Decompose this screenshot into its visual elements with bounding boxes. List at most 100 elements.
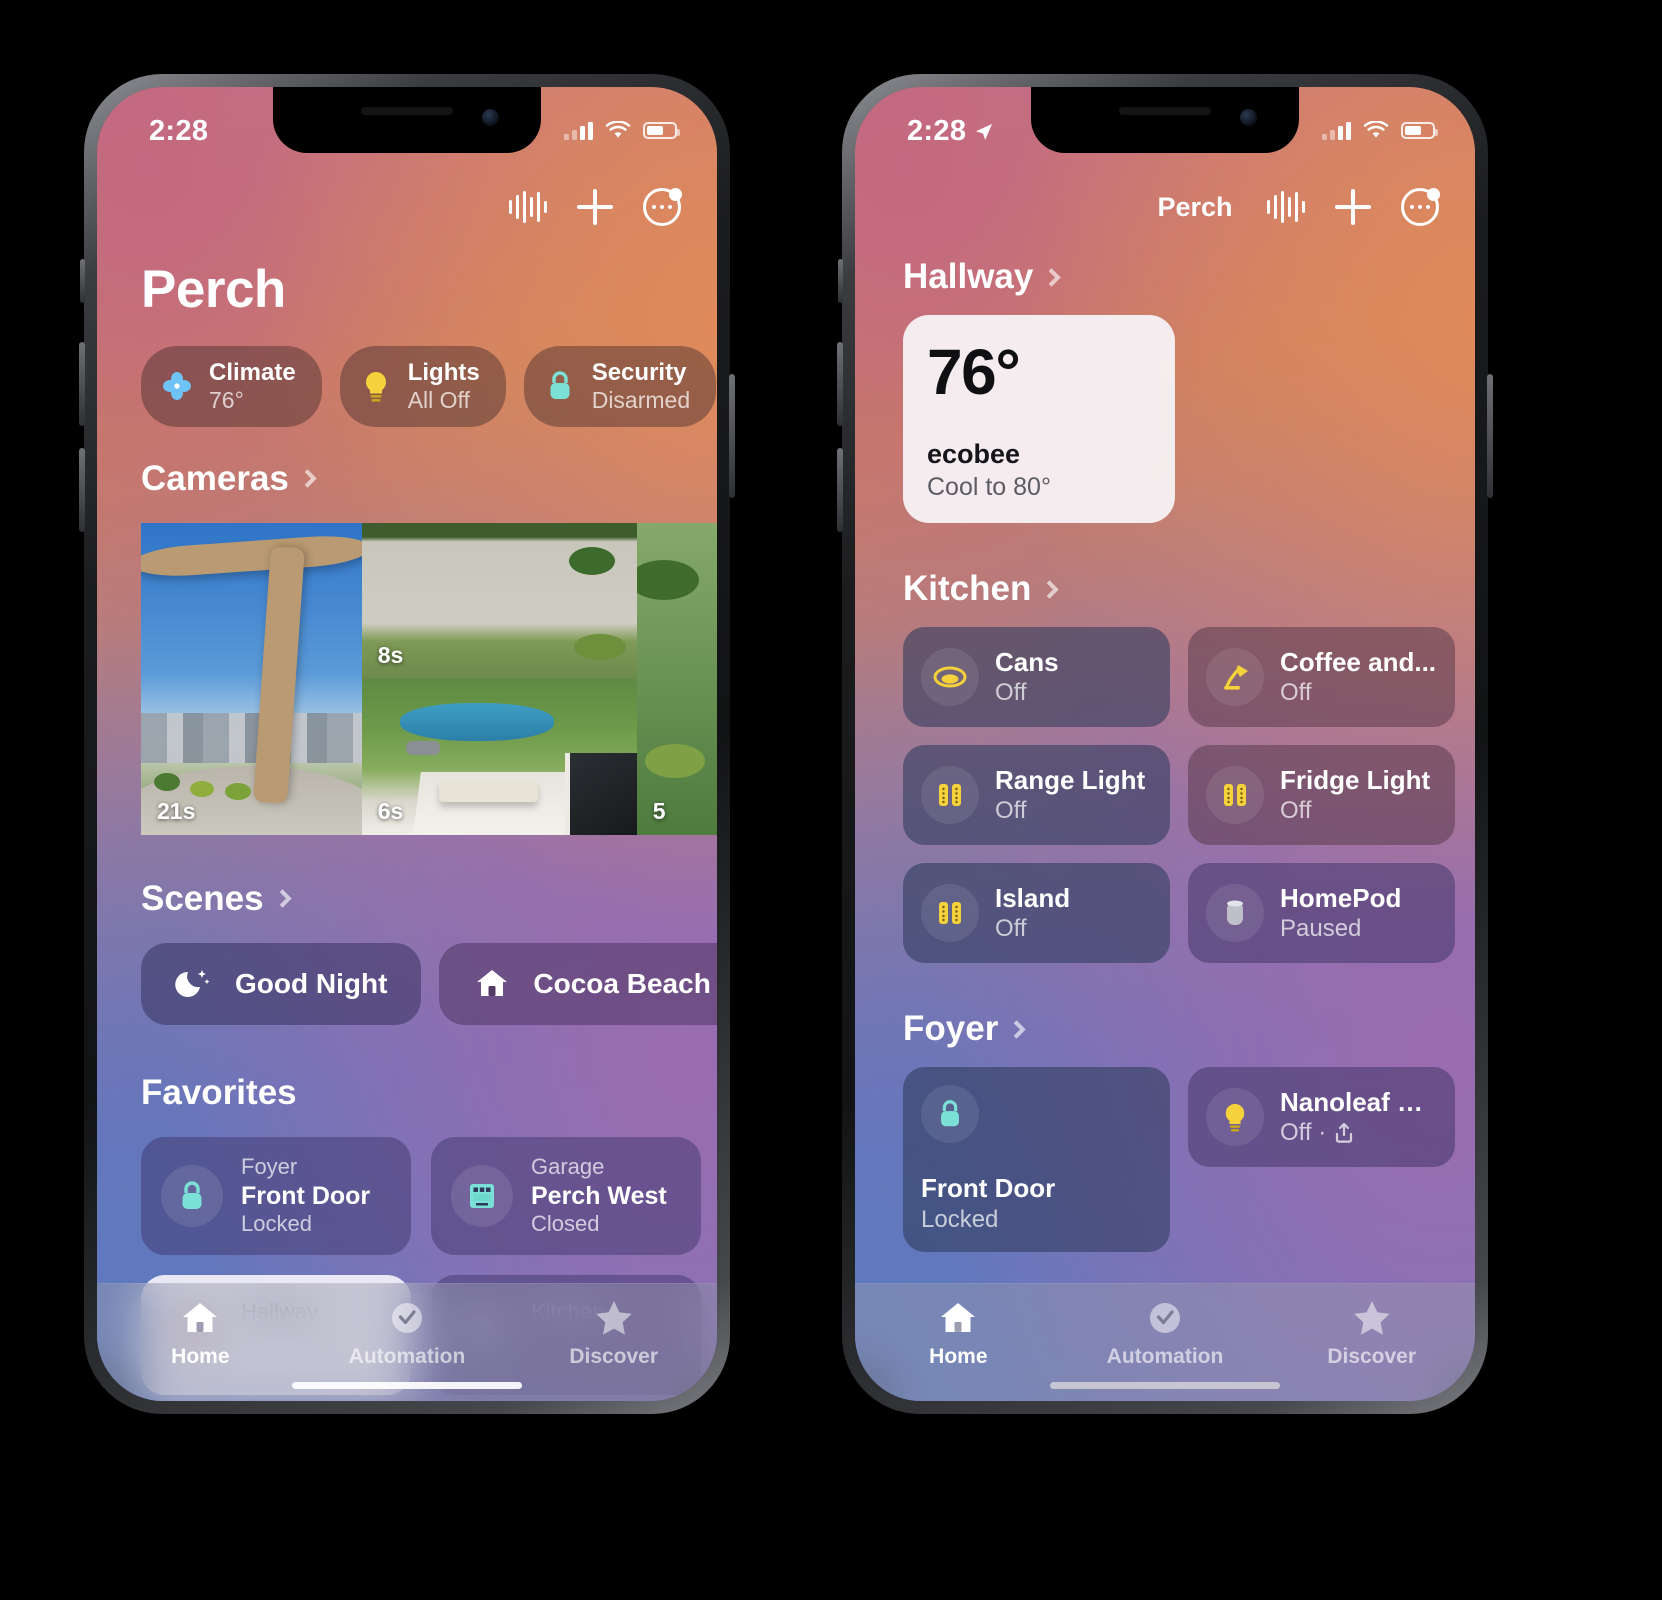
tile-homepod[interactable]: HomePod Paused: [1188, 863, 1455, 963]
camera-tile-side-yard[interactable]: 5: [636, 522, 717, 835]
tile-state: Paused: [1280, 915, 1362, 943]
siri-waveform-icon[interactable]: [1266, 191, 1305, 223]
tile-nanoleaf[interactable]: Nanoleaf Es... Off ·: [1188, 1067, 1455, 1167]
home-indicator[interactable]: [292, 1382, 522, 1389]
status-pill-title: Climate: [209, 359, 296, 386]
tab-home[interactable]: Home: [97, 1298, 304, 1369]
tile-name: Nanoleaf Es...: [1280, 1086, 1437, 1117]
tile-coffee-and[interactable]: Coffee and... Off: [1188, 627, 1455, 727]
tile-name: Coffee and...: [1280, 646, 1437, 677]
scene-cocoa-beach[interactable]: Cocoa Beach: [439, 942, 717, 1025]
status-indicators: [1322, 115, 1438, 140]
earpiece-speaker: [1119, 107, 1211, 115]
garage-door-icon: [451, 1164, 513, 1227]
hallway-section-header[interactable]: Hallway: [903, 257, 1475, 297]
tab-home[interactable]: Home: [855, 1298, 1062, 1369]
section-header-label: Hallway: [903, 257, 1034, 296]
tile-name: Cans: [995, 646, 1059, 677]
tile-name: Fridge Light: [1280, 764, 1431, 795]
tile-state: Off: [1280, 679, 1312, 707]
siri-waveform-icon[interactable]: [508, 191, 547, 223]
scene-good-night[interactable]: Good Night: [141, 942, 422, 1025]
status-indicators: [564, 115, 680, 140]
tab-automation[interactable]: Automation: [1062, 1298, 1269, 1369]
more-circle-icon[interactable]: [1401, 188, 1440, 226]
tile-island[interactable]: Island Off: [903, 863, 1170, 963]
kitchen-section-header[interactable]: Kitchen: [903, 569, 1475, 609]
camera-tile-driveway[interactable]: 8s: [361, 522, 637, 679]
tab-automation[interactable]: Automation: [304, 1298, 511, 1369]
house-icon: [937, 1298, 979, 1338]
tile-cans[interactable]: Cans Off: [903, 627, 1170, 727]
chevron-right-icon: [298, 469, 317, 488]
scenes-section-header[interactable]: Scenes: [97, 879, 717, 919]
tab-discover[interactable]: Discover: [1268, 1298, 1475, 1369]
favorite-garage-door[interactable]: Garage Perch West Closed: [431, 1136, 701, 1255]
status-pill-climate[interactable]: Climate 76°: [141, 346, 322, 427]
favorite-front-door[interactable]: Foyer Front Door Locked: [141, 1136, 411, 1255]
strip-light-icon: [921, 884, 979, 942]
volume-down-button[interactable]: [79, 448, 85, 532]
front-camera: [1240, 109, 1257, 126]
section-hallway: Hallway 76° ecobee Cool to 80°: [855, 245, 1475, 523]
silent-switch[interactable]: [838, 259, 843, 303]
status-pill-security[interactable]: Security Disarmed: [523, 346, 717, 427]
volume-up-button[interactable]: [79, 342, 85, 426]
tile-front-door[interactable]: Front Door Locked: [903, 1067, 1170, 1252]
wifi-icon: [1363, 121, 1389, 138]
kitchen-tile-grid[interactable]: Cans Off Coffee and... Off Range Light O…: [903, 627, 1455, 963]
plus-icon[interactable]: [1335, 189, 1371, 225]
right-phone-device: 2:28 Perch Hallway 76° ecobee Cool to 80…: [837, 74, 1493, 1414]
tile-state: Off ·: [1280, 1119, 1327, 1147]
left-phone-device: 2:28 Perch Climate 76° Lights All Off Se…: [79, 74, 735, 1414]
cameras-section-header[interactable]: Cameras: [97, 459, 717, 499]
status-pill-lights[interactable]: Lights All Off: [339, 346, 506, 427]
thermostat-state: Cool to 80°: [927, 472, 1051, 501]
foyer-tile-grid[interactable]: Front Door Locked Nanoleaf Es... Off ·: [903, 1067, 1455, 1252]
tile-state-row: Off ·: [1280, 1118, 1437, 1147]
desk-lamp-icon: [1206, 648, 1264, 706]
cellular-bars-icon: [1322, 121, 1351, 140]
screenshot-stage: 2:28 Perch Climate 76° Lights All Off Se…: [0, 0, 1662, 1600]
status-pill-row[interactable]: Climate 76° Lights All Off Security Disa…: [97, 320, 717, 427]
camera-tile-backyard[interactable]: 6s: [361, 678, 637, 835]
more-circle-icon[interactable]: [643, 188, 682, 226]
strip-light-icon: [921, 766, 979, 824]
scene-strip[interactable]: Good Night Cocoa Beach: [97, 942, 717, 1025]
thermostat-card[interactable]: 76° ecobee Cool to 80°: [903, 315, 1175, 523]
camera-tile-front-porch[interactable]: 21s: [141, 522, 362, 835]
camera-timestamp: 5: [652, 797, 666, 824]
tab-label: Home: [929, 1345, 988, 1368]
tile-range-light[interactable]: Range Light Off: [903, 745, 1170, 845]
power-button[interactable]: [729, 374, 735, 498]
status-time: 2:28: [149, 115, 208, 148]
tab-discover[interactable]: Discover: [510, 1298, 717, 1369]
left-nav-bar: [97, 169, 717, 245]
status-time-text: 2:28: [149, 115, 209, 147]
home-indicator[interactable]: [1050, 1382, 1280, 1389]
section-header-label: Kitchen: [903, 569, 1032, 608]
tile-name: Front Door: [921, 1173, 1056, 1204]
battery-icon: [643, 122, 680, 139]
camera-strip[interactable]: 21s 8s 6s 5: [97, 522, 717, 835]
favorite-room: Garage: [531, 1154, 605, 1180]
chevron-right-icon: [1042, 267, 1062, 287]
volume-up-button[interactable]: [837, 342, 843, 426]
status-pill-sub: 76°: [209, 386, 244, 413]
foyer-section-header[interactable]: Foyer: [903, 1009, 1475, 1049]
tile-fridge-light[interactable]: Fridge Light Off: [1188, 745, 1455, 845]
silent-switch[interactable]: [80, 259, 85, 303]
automation-clock-icon: [1145, 1298, 1185, 1338]
front-camera: [482, 109, 499, 126]
homepod-icon: [1206, 884, 1264, 942]
strip-light-icon: [1206, 766, 1264, 824]
status-pill-title: Security: [591, 359, 687, 386]
plus-icon[interactable]: [577, 189, 613, 225]
lightbulb-icon: [358, 368, 394, 404]
volume-down-button[interactable]: [837, 448, 843, 532]
favorite-name: Front Door: [241, 1181, 371, 1210]
automation-clock-icon: [387, 1298, 427, 1338]
location-arrow-icon: [976, 123, 993, 140]
power-button[interactable]: [1487, 374, 1493, 498]
device-notch: [273, 87, 541, 153]
